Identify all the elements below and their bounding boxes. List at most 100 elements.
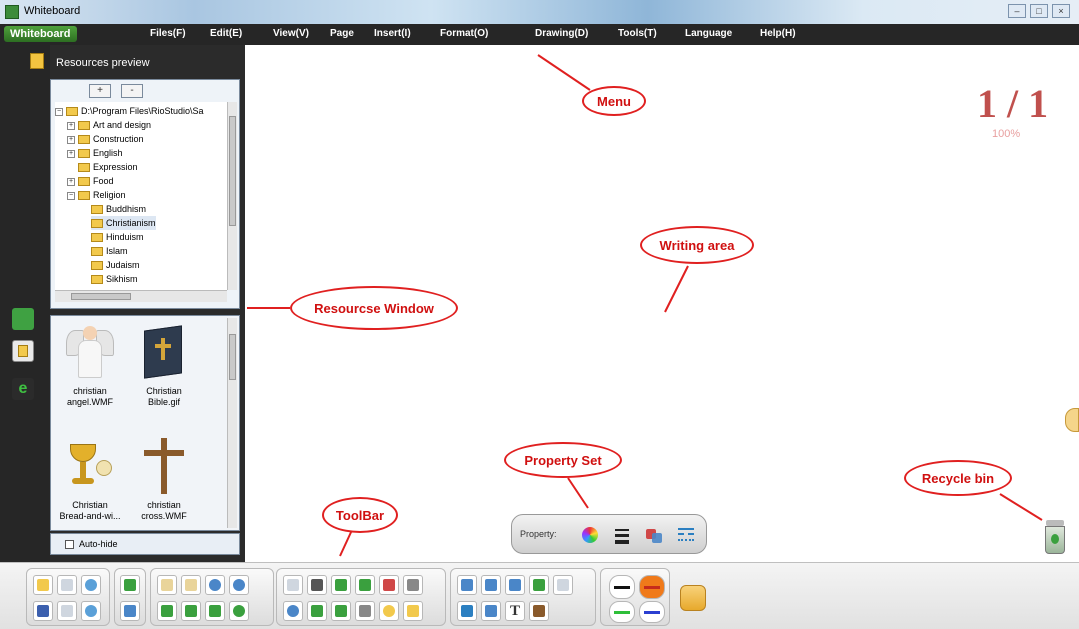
tree-node-selected[interactable]: Christianism (91, 216, 156, 230)
eraser-icon[interactable] (481, 601, 501, 621)
camera-icon[interactable] (307, 601, 327, 621)
recycle-bin-icon[interactable] (1043, 518, 1067, 556)
blue-pen-icon[interactable] (639, 601, 665, 623)
thumbnail-item[interactable]: Christian Bread-and-wi... (59, 436, 121, 522)
line-width-icon[interactable] (608, 521, 636, 549)
close-icon[interactable]: × (1052, 4, 1070, 18)
record-icon[interactable] (331, 601, 351, 621)
menu-drawing[interactable]: Drawing(D) (535, 28, 588, 39)
minimize-icon[interactable]: – (1008, 4, 1026, 18)
side-expand-tab[interactable] (1065, 408, 1079, 432)
tree-node[interactable]: + English (67, 146, 123, 160)
stamp-icon[interactable] (355, 575, 375, 595)
black-pen-icon[interactable] (609, 575, 635, 599)
roam-icon[interactable] (205, 601, 225, 621)
page-template-icon[interactable] (181, 575, 201, 595)
play-icon[interactable] (229, 601, 249, 621)
folder-icon (78, 163, 90, 173)
select-arrow-icon[interactable] (120, 575, 140, 595)
orange-pen-icon[interactable] (639, 575, 665, 599)
spotlight-icon[interactable] (379, 575, 399, 595)
tree-node[interactable]: Islam (91, 244, 128, 258)
maximize-icon[interactable]: □ (1030, 4, 1048, 18)
autohide-label: Auto-hide (79, 539, 118, 549)
folder-icon (78, 149, 90, 159)
page-list-icon[interactable] (12, 308, 34, 330)
seal-icon[interactable] (529, 601, 549, 621)
tree-node[interactable]: Hinduism (91, 230, 144, 244)
menu-files[interactable]: Files(F) (150, 28, 186, 39)
copy-icon[interactable] (57, 575, 77, 595)
tree-node[interactable]: + Art and design (67, 118, 151, 132)
fill-style-icon[interactable] (640, 521, 668, 549)
paste-icon[interactable] (57, 601, 77, 621)
title-bar: Whiteboard – □ × (0, 0, 1079, 24)
tree-node[interactable]: Judaism (91, 258, 140, 272)
picture-icon[interactable] (529, 575, 549, 595)
menu-language[interactable]: Language (685, 28, 732, 39)
table-icon[interactable] (553, 575, 573, 595)
grid-icon[interactable] (307, 575, 327, 595)
thumbnail-item[interactable]: christian angel.WMF (59, 322, 121, 408)
add-folder-button[interactable]: + (89, 84, 111, 98)
browser-icon[interactable]: e (12, 378, 34, 400)
menu-help[interactable]: Help(H) (760, 28, 796, 39)
folder-icon (91, 275, 103, 285)
curve-icon[interactable] (457, 575, 477, 595)
tree-node[interactable]: + Food (67, 174, 114, 188)
line-style-icon[interactable] (672, 521, 700, 549)
menu-format[interactable]: Format(O) (440, 28, 488, 39)
redo-icon[interactable] (81, 601, 101, 621)
tree-node[interactable]: Expression (78, 160, 138, 174)
menu-insert[interactable]: Insert(I) (374, 28, 411, 39)
thumbnail-item[interactable]: christian cross.WMF (133, 436, 195, 522)
menu-view[interactable]: View(V) (273, 28, 309, 39)
shape-icon[interactable] (481, 575, 501, 595)
pen-icon[interactable] (457, 601, 477, 621)
expand-toolbar-icon[interactable] (680, 585, 706, 611)
tree-node[interactable]: + Construction (67, 132, 144, 146)
whiteboard-app: Whiteboard – □ × Whiteboard Files(F) Edi… (0, 0, 1079, 629)
menu-tools[interactable]: Tools(T) (618, 28, 657, 39)
zoom-in-icon[interactable] (205, 575, 225, 595)
open-icon[interactable] (33, 575, 53, 595)
menu-page[interactable]: Page (330, 28, 354, 39)
folder-icon (30, 53, 44, 69)
tree-node-root[interactable]: − D:\Program Files\RioStudio\Sa (55, 104, 204, 118)
autohide-checkbox[interactable] (65, 540, 74, 549)
next-page-icon[interactable] (181, 601, 201, 621)
tree-vertical-scrollbar[interactable] (227, 102, 237, 290)
calculator-icon[interactable] (355, 601, 375, 621)
page-indicator: 1 / 1 (977, 81, 1049, 126)
tree-node[interactable]: − Religion (67, 188, 126, 202)
magnifier-icon[interactable] (403, 575, 423, 595)
thumbnail-scrollbar[interactable] (227, 318, 237, 528)
previous-page-icon[interactable] (157, 601, 177, 621)
color-wheel-icon[interactable] (576, 521, 604, 549)
check-icon[interactable] (331, 575, 351, 595)
tree-node[interactable]: Buddhism (91, 202, 146, 216)
tree-node[interactable]: Sikhism (91, 272, 138, 286)
new-page-icon[interactable] (157, 575, 177, 595)
screen-shade-icon[interactable] (283, 575, 303, 595)
save-icon[interactable] (33, 601, 53, 621)
text-icon[interactable]: T (505, 601, 525, 621)
more-tools-icon[interactable] (403, 601, 423, 621)
clock-icon[interactable] (379, 601, 399, 621)
resources-icon[interactable] (12, 340, 34, 362)
search-icon[interactable] (283, 601, 303, 621)
remove-folder-button[interactable]: - (121, 84, 143, 98)
thumbnail-caption: Christian Bread-and-wi... (59, 500, 121, 521)
zoom-out-icon[interactable] (229, 575, 249, 595)
left-rail: e (0, 45, 50, 562)
menu-edit[interactable]: Edit(E) (210, 28, 242, 39)
toolbar-group-page (150, 568, 274, 626)
undo-icon[interactable] (81, 575, 101, 595)
green-pen-icon[interactable] (609, 601, 635, 623)
screen-icon[interactable] (120, 601, 140, 621)
folder-icon (78, 177, 90, 187)
tree-horizontal-scrollbar[interactable] (55, 290, 227, 302)
fill-icon[interactable] (505, 575, 525, 595)
thumbnail-item[interactable]: Christian Bible.gif (133, 322, 195, 408)
autohide-row[interactable]: Auto-hide (50, 533, 240, 555)
